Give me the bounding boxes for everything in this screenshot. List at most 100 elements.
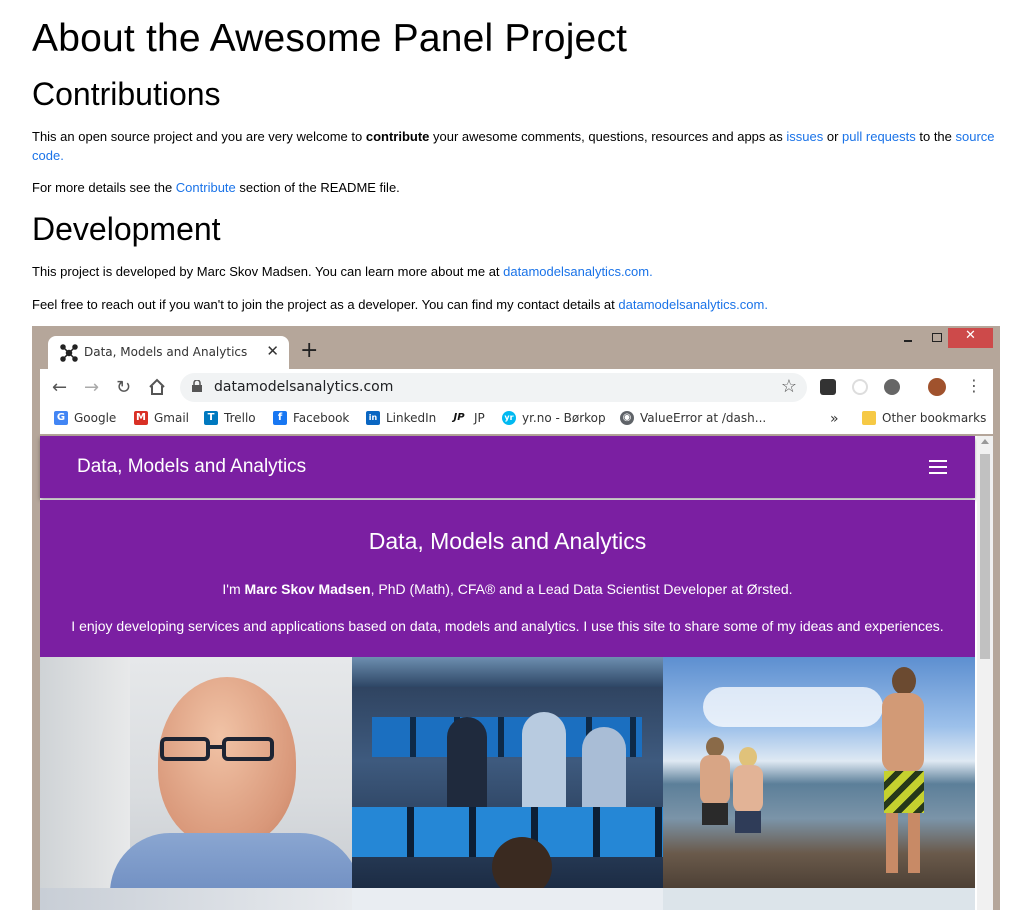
text: Feel free to reach out if you wan't to j…	[32, 297, 619, 312]
hero-intro: I'm Marc Skov Madsen, PhD (Math), CFA® a…	[40, 581, 975, 597]
tab-title: Data, Models and Analytics	[84, 345, 248, 359]
contact-details-link[interactable]: datamodelsanalytics.com	[618, 297, 764, 312]
lock-icon	[192, 380, 202, 392]
close-icon: ✕	[965, 328, 976, 343]
website-screenshot: ✕ Data, Models and Analytics ✕ + ← → ↻ d…	[32, 326, 1000, 910]
development-heading: Development	[32, 211, 221, 247]
bookmark-facebook[interactable]: f Facebook	[273, 411, 349, 425]
tab-close-icon[interactable]: ✕	[266, 342, 279, 360]
window-close-button[interactable]: ✕	[948, 328, 993, 348]
page-title: About the Awesome Panel Project	[32, 17, 628, 60]
minimize-button[interactable]	[894, 328, 920, 348]
text: This an open source project and you are …	[32, 129, 366, 144]
home-icon[interactable]	[148, 378, 166, 396]
bookmark-label: Gmail	[154, 411, 190, 425]
author-name: Marc Skov Madsen	[244, 581, 371, 597]
maximize-icon	[932, 333, 942, 342]
bookmarks-overflow-icon[interactable]: »	[830, 411, 839, 427]
globe-icon: ◉	[620, 411, 634, 425]
bookmark-label: Trello	[224, 411, 256, 425]
bookmark-label: Google	[74, 411, 117, 425]
trello-icon: T	[204, 411, 218, 425]
bookmark-gmail[interactable]: M Gmail	[134, 411, 189, 425]
text: I'm	[222, 581, 245, 597]
menu-dots-icon[interactable]: ⋮	[966, 376, 982, 395]
scrollbar-thumb[interactable]	[980, 454, 990, 659]
link-text: source	[955, 129, 995, 144]
datamodelsanalytics-link[interactable]: datamodelsanalytics.com	[503, 264, 649, 279]
boy-figure	[878, 667, 928, 877]
trading-floor-photo	[352, 657, 663, 888]
contribute-bold: contribute	[365, 129, 430, 144]
linkedin-icon: in	[366, 411, 380, 425]
bookmark-label: LinkedIn	[386, 411, 437, 425]
other-bookmarks-label: Other bookmarks	[882, 411, 987, 425]
profile-avatar[interactable]	[928, 378, 946, 396]
folder-icon	[862, 411, 876, 425]
readme-paragraph: For more details see the Contribute sect…	[32, 178, 1027, 197]
photo-row2-2	[352, 888, 663, 910]
contribute-link[interactable]: Contribute	[176, 180, 236, 195]
cloud-shape	[703, 687, 883, 727]
person-shape	[522, 712, 566, 807]
google-icon: G	[54, 411, 68, 425]
back-arrow-icon[interactable]: ←	[52, 377, 67, 398]
yr-icon: yr	[502, 411, 516, 425]
bookmark-label: JP	[474, 411, 485, 425]
scrollbar[interactable]	[977, 436, 993, 910]
address-bar[interactable]: datamodelsanalytics.com ☆	[180, 373, 807, 402]
extension-timer-icon[interactable]	[852, 379, 868, 395]
text: This project is developed by Marc Skov M…	[32, 264, 504, 279]
hamburger-menu-icon[interactable]	[929, 460, 947, 474]
beach-photo	[663, 657, 975, 888]
extension-icon[interactable]	[820, 379, 836, 395]
bookmark-label: ValueError at /dash...	[640, 411, 767, 425]
child-figure	[731, 747, 765, 867]
glasses-shape	[160, 737, 285, 763]
bookmarks-bar: G Google M Gmail T Trello f Facebook in Linke…	[40, 406, 993, 434]
text: .	[60, 148, 64, 163]
bookmark-jp[interactable]: JP JP	[450, 411, 485, 425]
scroll-up-arrow-icon[interactable]	[981, 439, 989, 444]
facebook-icon: f	[273, 411, 287, 425]
person-shape	[447, 717, 487, 807]
site-hero: Data, Models and Analytics I'm Marc Skov…	[40, 500, 975, 657]
text: , PhD (Math), CFA® and a Lead Data Scien…	[370, 581, 793, 597]
bookmark-trello[interactable]: T Trello	[204, 411, 256, 425]
bookmark-yr[interactable]: yr yr.no - Børkop	[502, 411, 606, 425]
jp-icon: JP	[453, 412, 465, 423]
shirt-shape	[110, 833, 352, 888]
bookmark-star-icon[interactable]: ☆	[781, 376, 797, 397]
hero-description: I enjoy developing services and applicat…	[71, 618, 944, 634]
webpage-viewport: Data, Models and Analytics Data, Models …	[40, 436, 985, 910]
browser-tab[interactable]: Data, Models and Analytics ✕	[48, 336, 289, 369]
other-bookmarks[interactable]: Other bookmarks	[862, 411, 986, 425]
bookmark-linkedin[interactable]: in LinkedIn	[366, 411, 436, 425]
person-head-shape	[492, 837, 552, 888]
text: For more details see the	[32, 180, 176, 195]
bookmark-valueerror[interactable]: ◉ ValueError at /dash...	[620, 411, 766, 425]
site-brand[interactable]: Data, Models and Analytics	[77, 456, 306, 478]
bookmark-google[interactable]: G Google	[54, 411, 116, 425]
url-text: datamodelsanalytics.com	[214, 379, 394, 395]
network-icon	[60, 344, 78, 362]
person-shape	[582, 727, 626, 807]
extension-circle-icon[interactable]	[884, 379, 900, 395]
development-paragraph-2: Feel free to reach out if you wan't to j…	[32, 295, 1027, 314]
forward-arrow-icon[interactable]: →	[84, 377, 99, 398]
bookmark-label: Facebook	[293, 411, 350, 425]
reload-icon[interactable]: ↻	[116, 377, 131, 398]
browser-toolbar: ← → ↻ datamodelsanalytics.com ☆ ⋮	[40, 369, 993, 406]
gmail-icon: M	[134, 411, 148, 425]
text: .	[764, 297, 768, 312]
issues-link[interactable]: issues	[786, 129, 823, 144]
photo-row2-3	[663, 888, 975, 910]
minimize-icon	[904, 340, 912, 342]
contributions-heading: Contributions	[32, 76, 221, 112]
maximize-button[interactable]	[924, 328, 950, 348]
site-navbar: Data, Models and Analytics	[40, 436, 975, 498]
new-tab-button[interactable]: +	[300, 338, 318, 363]
photo-background	[40, 657, 130, 888]
text: or	[823, 129, 843, 144]
pull-requests-link[interactable]: pull requests	[842, 129, 916, 144]
